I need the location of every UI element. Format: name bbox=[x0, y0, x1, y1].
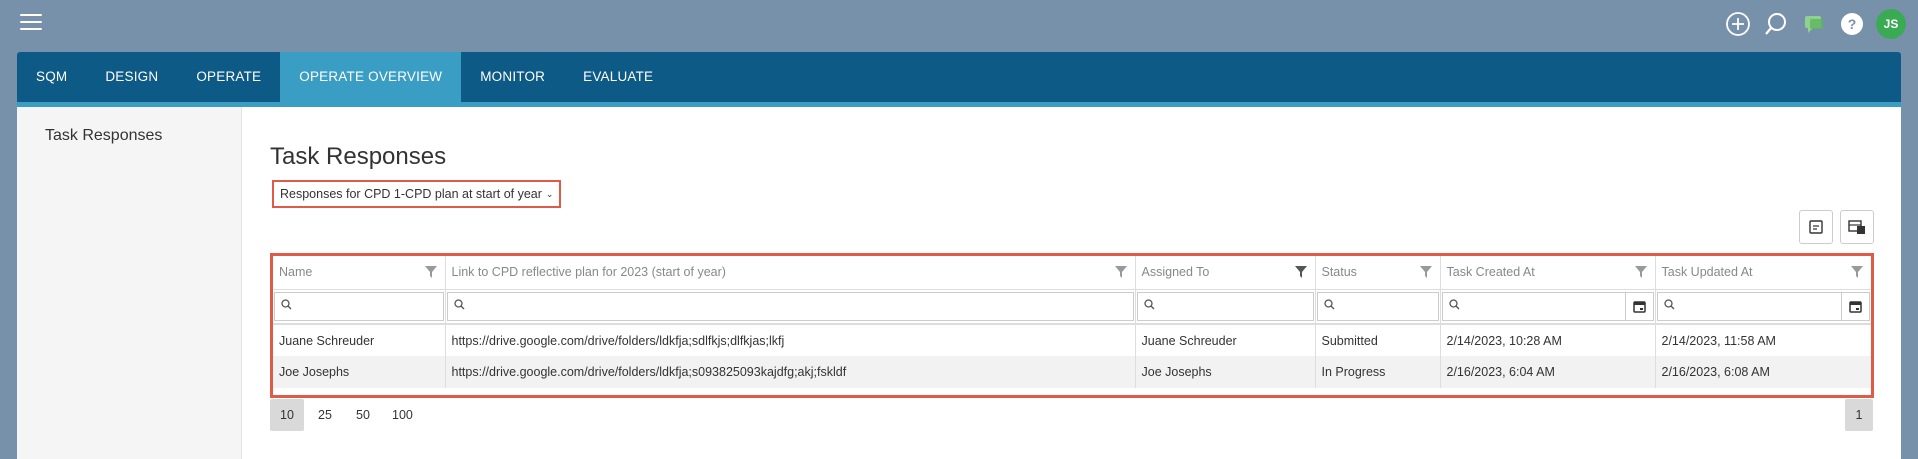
chevron-down-icon: ⌄ bbox=[545, 188, 554, 199]
header-row: Name Link to CPD reflective plan for 202… bbox=[273, 256, 1871, 290]
cell-status: In Progress bbox=[1315, 356, 1441, 388]
search-icon bbox=[1143, 299, 1155, 313]
csv-file-icon bbox=[1809, 220, 1823, 234]
page-size-25[interactable]: 25 bbox=[308, 399, 342, 431]
filter-input-link[interactable] bbox=[446, 291, 1134, 321]
search-icon bbox=[1663, 299, 1675, 313]
search-icon bbox=[453, 299, 465, 313]
page-size-100[interactable]: 100 bbox=[384, 399, 421, 431]
tab-design[interactable]: DESIGN bbox=[86, 52, 177, 102]
filter-icon[interactable] bbox=[1419, 266, 1432, 281]
filter-input-assigned-to[interactable] bbox=[1136, 291, 1314, 321]
responses-select-value: Responses for CPD 1-CPD plan at start of… bbox=[280, 187, 542, 201]
filter-icon[interactable] bbox=[424, 266, 437, 281]
help-icon[interactable]: ? bbox=[1838, 10, 1866, 38]
sidebar-item-task-responses[interactable]: Task Responses bbox=[17, 107, 241, 145]
main-content: Task Responses Responses for CPD 1-CPD p… bbox=[242, 107, 1901, 459]
column-header-name[interactable]: Name bbox=[273, 256, 446, 290]
main-nav: SQM DESIGN OPERATE OPERATE OVERVIEW MONI… bbox=[17, 52, 1901, 102]
filter-active-icon[interactable] bbox=[1294, 266, 1307, 281]
page-size-selector: 10 25 50 100 bbox=[270, 399, 421, 431]
column-header-updated[interactable]: Task Updated At bbox=[1655, 256, 1871, 290]
filter-input-status[interactable] bbox=[1316, 291, 1439, 321]
cell-updated: 2/16/2023, 6:08 AM bbox=[1655, 356, 1871, 388]
search-icon[interactable] bbox=[1762, 10, 1790, 38]
column-chooser-icon bbox=[1848, 220, 1865, 234]
top-icons: ? JS bbox=[1724, 9, 1906, 39]
search-icon bbox=[1448, 299, 1460, 313]
avatar[interactable]: JS bbox=[1876, 9, 1906, 39]
svg-text:?: ? bbox=[1848, 16, 1857, 32]
column-header-link[interactable]: Link to CPD reflective plan for 2023 (st… bbox=[445, 256, 1136, 290]
filter-input-created[interactable] bbox=[1441, 291, 1654, 321]
chat-icon[interactable] bbox=[1800, 10, 1828, 38]
cell-name: Joe Josephs bbox=[273, 356, 446, 388]
page-title: Task Responses bbox=[270, 143, 447, 170]
page-size-50[interactable]: 50 bbox=[346, 399, 380, 431]
cell-created: 2/16/2023, 6:04 AM bbox=[1440, 356, 1656, 388]
calendar-icon[interactable] bbox=[1624, 292, 1653, 320]
filter-icon[interactable] bbox=[1114, 266, 1127, 281]
cell-status: Submitted bbox=[1315, 324, 1441, 356]
cell-created: 2/14/2023, 10:28 AM bbox=[1440, 324, 1656, 356]
page-number-button[interactable]: 1 bbox=[1845, 399, 1873, 431]
cell-assigned-to: Joe Josephs bbox=[1135, 356, 1316, 388]
filter-input-name[interactable] bbox=[274, 291, 444, 321]
cell-name: Juane Schreuder bbox=[273, 324, 446, 356]
tab-sqm[interactable]: SQM bbox=[17, 52, 86, 102]
menu-icon[interactable] bbox=[20, 14, 42, 32]
sidebar: Task Responses bbox=[17, 107, 242, 459]
cell-assigned-to: Juane Schreuder bbox=[1135, 324, 1316, 356]
filter-icon[interactable] bbox=[1634, 266, 1647, 281]
responses-grid: Name Link to CPD reflective plan for 202… bbox=[270, 253, 1874, 398]
filter-row bbox=[273, 289, 1871, 325]
responses-table: Name Link to CPD reflective plan for 202… bbox=[273, 256, 1871, 388]
cell-updated: 2/14/2023, 11:58 AM bbox=[1661, 333, 1776, 348]
table-row[interactable]: Juane Schreuder https://drive.google.com… bbox=[273, 324, 1871, 356]
table-row[interactable]: Joe Josephs https://drive.google.com/dri… bbox=[273, 356, 1871, 388]
column-header-created[interactable]: Task Created At bbox=[1440, 256, 1656, 290]
top-bar: ? JS bbox=[0, 0, 1918, 48]
tab-operate-overview[interactable]: OPERATE OVERVIEW bbox=[280, 52, 462, 102]
column-header-status[interactable]: Status bbox=[1315, 256, 1441, 290]
tab-monitor[interactable]: MONITOR bbox=[461, 52, 564, 102]
responses-select[interactable]: Responses for CPD 1-CPD plan at start of… bbox=[272, 180, 562, 208]
column-header-assigned-to[interactable]: Assigned To bbox=[1135, 256, 1316, 290]
columns-button[interactable] bbox=[1840, 210, 1874, 244]
search-icon bbox=[281, 299, 292, 313]
calendar-icon[interactable] bbox=[1841, 292, 1869, 320]
cell-link[interactable]: https://drive.google.com/drive/folders/l… bbox=[445, 356, 1136, 388]
search-icon bbox=[1323, 299, 1335, 313]
add-circle-icon[interactable] bbox=[1724, 10, 1752, 38]
filter-input-updated[interactable] bbox=[1656, 291, 1870, 321]
filter-icon[interactable] bbox=[1851, 266, 1863, 281]
cell-link[interactable]: https://drive.google.com/drive/folders/l… bbox=[445, 324, 1136, 356]
page-size-10[interactable]: 10 bbox=[270, 399, 304, 431]
tab-operate[interactable]: OPERATE bbox=[177, 52, 280, 102]
tab-evaluate[interactable]: EVALUATE bbox=[564, 52, 672, 102]
export-csv-button[interactable] bbox=[1799, 210, 1833, 244]
